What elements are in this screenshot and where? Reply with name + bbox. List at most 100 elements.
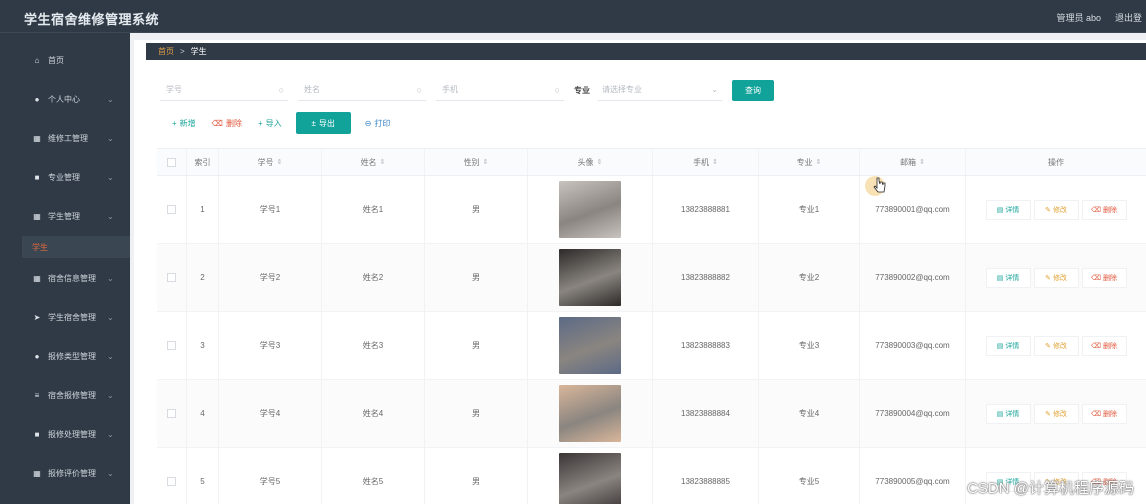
row-select-cell[interactable] — [157, 312, 187, 379]
delete-button[interactable]: ⌫ 删除 — [1082, 268, 1126, 287]
sort-icon[interactable]: ⇕ — [816, 158, 822, 166]
add-button[interactable]: + 新增 — [164, 112, 204, 134]
detail-button[interactable]: ▤ 详情 — [986, 200, 1030, 219]
cell-index: 2 — [187, 244, 219, 311]
avatar[interactable] — [559, 385, 621, 442]
header-student-no[interactable]: 学号 ⇕ — [219, 149, 322, 175]
search-icon: ○ — [416, 84, 422, 95]
sidebar-item-3[interactable]: ■ 专业管理 ⌄ — [0, 158, 130, 196]
avatar[interactable] — [559, 181, 621, 238]
sort-icon[interactable]: ⇕ — [277, 158, 283, 166]
row-checkbox[interactable] — [167, 477, 176, 486]
edit-button-label: 修改 — [1052, 342, 1067, 350]
cell-phone: 13823888885 — [653, 448, 759, 504]
detail-button-label: 详情 — [1005, 410, 1020, 418]
student-no-search-input[interactable]: 学号 ○ — [160, 79, 288, 101]
edit-button-label: 修改 — [1052, 206, 1067, 214]
sidebar-item-4[interactable]: ▦ 学生管理 ⌄ — [0, 197, 130, 235]
row-checkbox[interactable] — [167, 273, 176, 282]
sort-icon[interactable]: ⇕ — [483, 158, 489, 166]
header-name[interactable]: 姓名 ⇕ — [322, 149, 425, 175]
sidebar-item-1[interactable]: ● 个人中心 ⌄ — [0, 80, 130, 118]
cell-avatar — [528, 312, 653, 379]
breadcrumb-home[interactable]: 首页 — [158, 46, 174, 57]
students-table: 索引 学号 ⇕ 姓名 ⇕ 性别 ⇕ 头像 ⇕ 手机 ⇕ 专业 ⇕ 邮箱 ⇕ 操作 1 学号1 姓名… — [157, 148, 1146, 504]
sort-icon[interactable]: ⇕ — [712, 158, 718, 166]
avatar[interactable] — [559, 249, 621, 306]
table-row[interactable]: 1 学号1 姓名1 男 13823888881 专业1 773890001@qq.com ▤ 详… — [157, 176, 1146, 244]
print-button[interactable]: ⊖ 打印 — [357, 112, 399, 134]
select-all-checkbox[interactable] — [167, 157, 176, 167]
trash-icon: ⌫ — [1091, 206, 1101, 214]
search-icon: ○ — [278, 84, 284, 95]
delete-button[interactable]: ⌫ 删除 — [1082, 404, 1126, 423]
sort-icon[interactable]: ⇕ — [597, 158, 603, 166]
sidebar-item-6[interactable]: ➤ 学生宿舍管理 ⌄ — [0, 298, 130, 336]
detail-button[interactable]: ▤ 详情 — [986, 404, 1030, 423]
cell-index: 5 — [187, 448, 219, 504]
cell-student-no: 学号5 — [219, 448, 322, 504]
table-row[interactable]: 4 学号4 姓名4 男 13823888884 专业4 773890004@qq.com ▤ 详… — [157, 380, 1146, 448]
header-phone[interactable]: 手机 ⇕ — [653, 149, 759, 175]
sidebar-item-2[interactable]: ▦ 维修工管理 ⌄ — [0, 119, 130, 157]
header-email[interactable]: 邮箱 ⇕ — [860, 149, 966, 175]
bulk-delete-button[interactable]: ⌫ 删除 — [204, 112, 250, 134]
import-button[interactable]: + 导入 — [250, 112, 290, 134]
query-button[interactable]: 查询 — [732, 79, 774, 101]
sidebar-item-label: 报修处理管理 — [48, 429, 96, 439]
header-avatar[interactable]: 头像 ⇕ — [528, 149, 653, 175]
sidebar-item-label: 个人中心 — [48, 94, 80, 104]
sidebar-item-5[interactable]: ▦ 宿舍信息管理 ⌄ — [0, 259, 130, 297]
major-select[interactable]: 请选择专业 ⌄ — [598, 79, 722, 101]
sort-icon[interactable]: ⇕ — [380, 158, 386, 166]
detail-button[interactable]: ▤ 详情 — [986, 268, 1030, 287]
edit-button[interactable]: ✎ 修改 — [1034, 200, 1078, 219]
sidebar-item-0[interactable]: ⌂ 首页 — [0, 41, 130, 79]
cell-index: 3 — [187, 312, 219, 379]
cell-ops: ▤ 详情 ✎ 修改 ⌫ 删除 — [966, 380, 1146, 447]
sidebar-subitem-student[interactable]: 学生 — [0, 236, 130, 258]
plus-icon: + — [172, 118, 177, 128]
detail-button-label: 详情 — [1005, 274, 1020, 282]
row-select-cell[interactable] — [157, 380, 187, 447]
sidebar-item-10[interactable]: ▦ 报修评价管理 ⌄ — [0, 454, 130, 492]
row-checkbox[interactable] — [167, 409, 176, 418]
edit-button[interactable]: ✎ 修改 — [1034, 404, 1078, 423]
edit-button[interactable]: ✎ 修改 — [1034, 268, 1078, 287]
row-select-cell[interactable] — [157, 176, 187, 243]
header-gender[interactable]: 性别 ⇕ — [425, 149, 528, 175]
avatar[interactable] — [559, 317, 621, 374]
export-button[interactable]: ± 导出 — [295, 112, 351, 134]
content-panel: 首页 > 学生 学号 ○ 姓名 ○ 手机 ○ 专业 请选择专业 ⌄ 查询 + 新… — [134, 40, 1146, 504]
select-all-cell[interactable] — [157, 149, 187, 175]
row-select-cell[interactable] — [157, 448, 187, 504]
sidebar-item-7[interactable]: ● 报修类型管理 ⌄ — [0, 337, 130, 375]
delete-button[interactable]: ⌫ 删除 — [1082, 336, 1126, 355]
sidebar-item-9[interactable]: ■ 报修处理管理 ⌄ — [0, 415, 130, 453]
avatar[interactable] — [559, 453, 621, 504]
breadcrumb-current: 学生 — [190, 47, 207, 56]
table-row[interactable]: 3 学号3 姓名3 男 13823888883 专业3 773890003@qq.com ▤ 详… — [157, 312, 1146, 380]
row-select-cell[interactable] — [157, 244, 187, 311]
trash-icon: ⌫ — [1091, 274, 1101, 282]
cell-name: 姓名5 — [322, 448, 425, 504]
cell-major: 专业1 — [759, 176, 860, 243]
cell-phone: 13823888882 — [653, 244, 759, 311]
table-row[interactable]: 2 学号2 姓名2 男 13823888882 专业2 773890002@qq.com ▤ 详… — [157, 244, 1146, 312]
sort-icon[interactable]: ⇕ — [919, 158, 925, 166]
logout-link[interactable]: 退出登 — [1115, 11, 1142, 24]
phone-search-input[interactable]: 手机 ○ — [436, 79, 564, 101]
delete-button[interactable]: ⌫ 删除 — [1082, 200, 1126, 219]
admin-user-label[interactable]: 管理员 abo — [1056, 11, 1101, 24]
header-major[interactable]: 专业 ⇕ — [759, 149, 860, 175]
name-placeholder: 姓名 — [304, 85, 320, 94]
edit-button[interactable]: ✎ 修改 — [1034, 336, 1078, 355]
row-checkbox[interactable] — [167, 341, 176, 350]
detail-button[interactable]: ▤ 详情 — [986, 336, 1030, 355]
name-search-input[interactable]: 姓名 ○ — [298, 79, 426, 101]
chevron-down-icon: ⌄ — [107, 312, 114, 322]
sidebar-item-8[interactable]: ≡ 宿舍报修管理 ⌄ — [0, 376, 130, 414]
print-icon: ⊖ — [364, 118, 372, 128]
row-checkbox[interactable] — [167, 205, 176, 214]
header-major-label: 专业 — [796, 157, 813, 167]
